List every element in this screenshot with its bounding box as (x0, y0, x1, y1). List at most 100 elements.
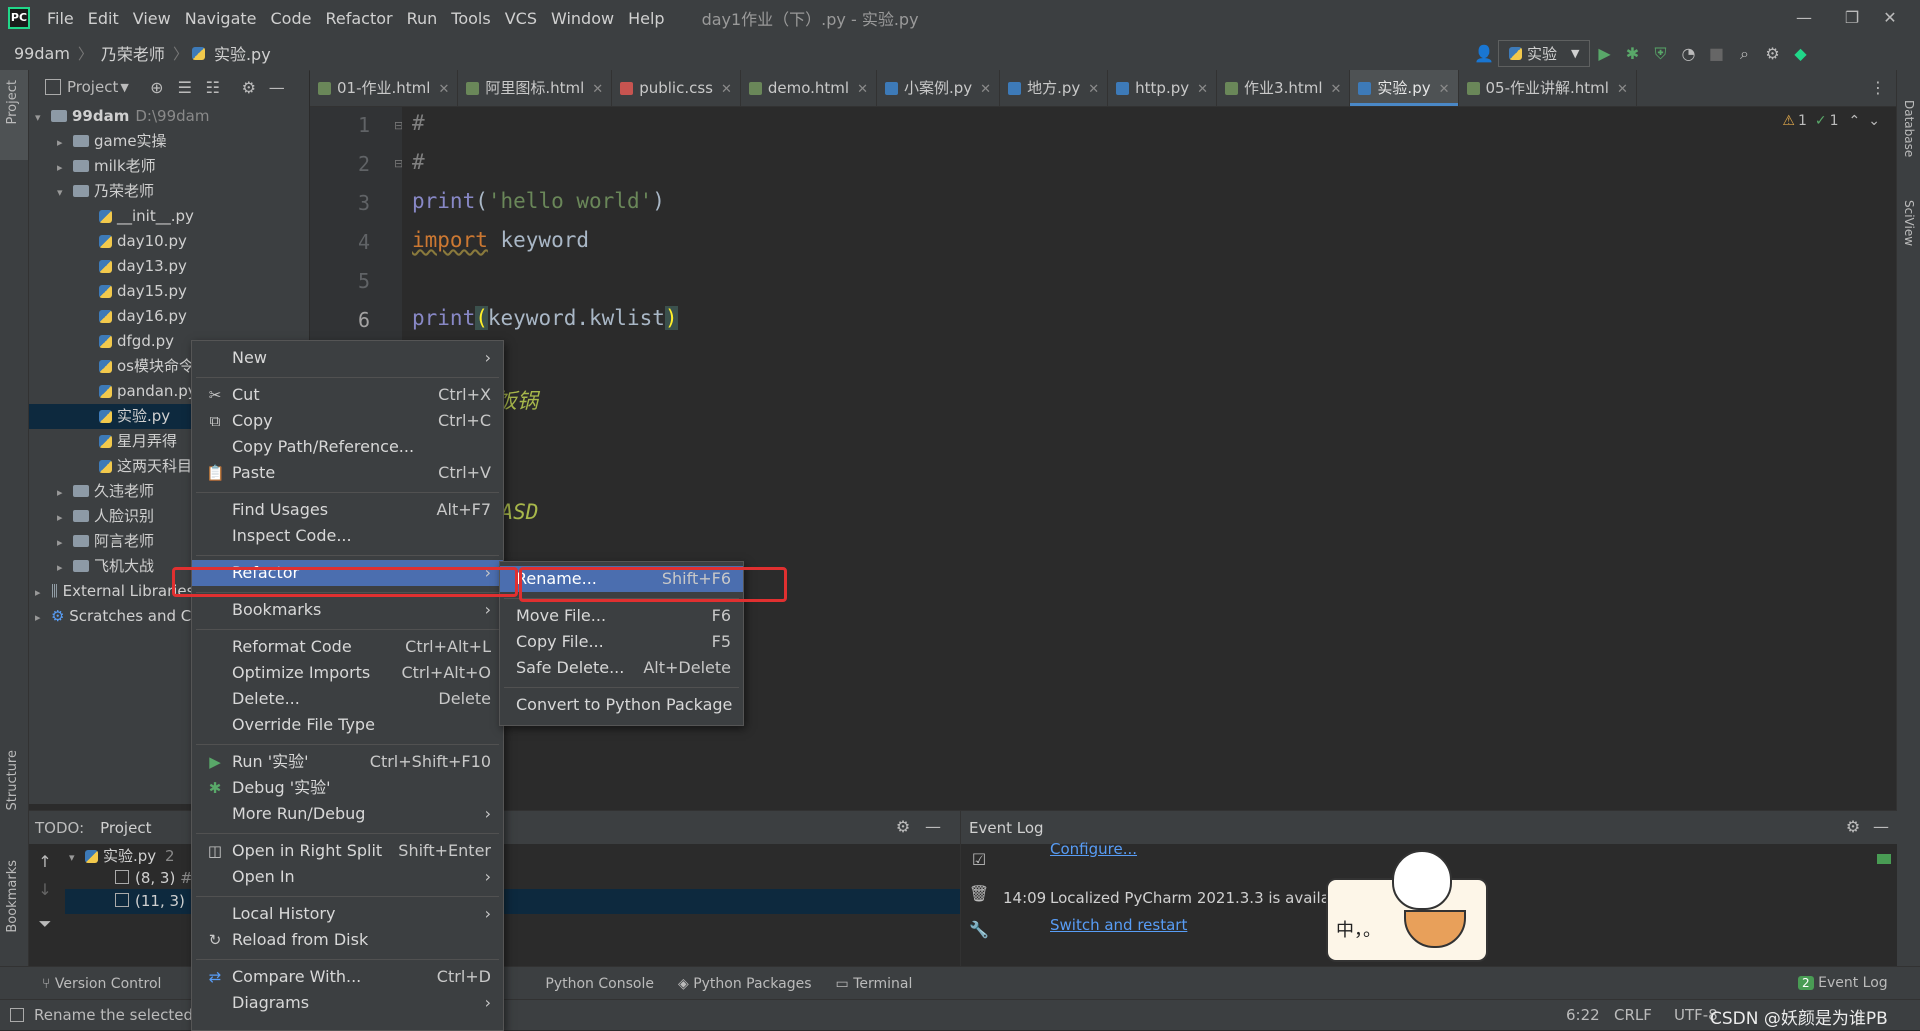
chevron-down-icon[interactable]: ▾ (35, 105, 51, 130)
chevron-down-icon[interactable]: ▾ (57, 180, 73, 205)
jetbrains-icon[interactable]: ◆ (1786, 44, 1814, 63)
chevron-right-icon[interactable]: ▸ (35, 605, 51, 630)
editor-tab[interactable]: public.css ✕ (612, 70, 741, 106)
menu-run[interactable]: Run (400, 9, 445, 28)
settings-gear-icon[interactable]: ⚙ (1758, 44, 1786, 63)
menu-item-copy-path-reference[interactable]: Copy Path/Reference... (192, 434, 503, 460)
chevron-right-icon[interactable]: ▸ (57, 555, 73, 580)
menu-code[interactable]: Code (264, 9, 319, 28)
menu-item-convert-to-python-package[interactable]: Convert to Python Package (500, 692, 743, 718)
menu-item-reformat-code[interactable]: Reformat Code Ctrl+Alt+L (192, 634, 503, 660)
menu-item-more-run-debug[interactable]: More Run/Debug › (192, 801, 503, 827)
debug-icon[interactable]: ✱ (1618, 44, 1646, 63)
locate-icon[interactable]: ⊕ (143, 78, 171, 97)
chevron-right-icon[interactable]: ▸ (57, 130, 73, 155)
chevron-right-icon[interactable]: ▸ (57, 505, 73, 530)
tree-item[interactable]: ▸ milk老师 (29, 154, 309, 179)
menu-item-inspect-code[interactable]: Inspect Code... (192, 523, 503, 549)
status-icon[interactable] (10, 1008, 24, 1022)
menu-item-delete[interactable]: Delete... Delete (192, 686, 503, 712)
tree-item[interactable]: day10.py (29, 229, 309, 254)
menu-item-reload-from-disk[interactable]: ↻ Reload from Disk (192, 927, 503, 953)
menu-item-bookmarks[interactable]: Bookmarks › (192, 597, 503, 623)
menu-window[interactable]: Window (544, 9, 621, 28)
breadcrumb-file[interactable]: 实验.py (210, 41, 275, 65)
close-tab-icon[interactable]: ✕ (438, 82, 449, 97)
close-tab-icon[interactable]: ✕ (1331, 82, 1342, 97)
menu-help[interactable]: Help (621, 9, 671, 28)
tree-item[interactable]: ▸ game实操 (29, 129, 309, 154)
menu-edit[interactable]: Edit (81, 9, 126, 28)
line-separator[interactable]: CRLF (1614, 1006, 1652, 1024)
chevron-right-icon[interactable]: ▸ (57, 155, 73, 180)
close-tab-icon[interactable]: ✕ (1439, 82, 1450, 97)
search-icon[interactable]: ⌕ (1730, 44, 1758, 64)
menu-item-new[interactable]: New › (192, 345, 503, 371)
structure-tool-button[interactable]: Structure (5, 750, 20, 810)
editor-tab[interactable]: http.py ✕ (1108, 70, 1218, 106)
editor-tab[interactable]: demo.html ✕ (741, 70, 877, 106)
tree-item[interactable]: day13.py (29, 254, 309, 279)
menu-view[interactable]: View (126, 9, 178, 28)
menu-refactor[interactable]: Refactor (318, 9, 399, 28)
menu-navigate[interactable]: Navigate (178, 9, 264, 28)
hide-icon[interactable]: — (1867, 817, 1895, 836)
close-button[interactable]: ✕ (1860, 0, 1920, 36)
menu-item-diagrams[interactable]: Diagrams › (192, 990, 503, 1016)
database-tool-button[interactable]: Database (1902, 100, 1916, 157)
editor-tab[interactable]: 作业3.html ✕ (1217, 70, 1351, 106)
close-tab-icon[interactable]: ✕ (1088, 82, 1099, 97)
switch-restart-link[interactable]: Switch and restart (1050, 916, 1187, 934)
terminal-button[interactable]: ▭ Terminal (824, 976, 925, 992)
hide-icon[interactable]: — (919, 817, 947, 836)
stop-icon[interactable]: ■ (1702, 44, 1730, 63)
run-config-select[interactable]: 实验 ▼ (1498, 40, 1591, 67)
profile-icon[interactable]: ◔ (1674, 44, 1702, 63)
chevron-up-icon[interactable]: ⌃ (1849, 113, 1861, 129)
menu-item-run[interactable]: ▶ Run '实验' Ctrl+Shift+F10 (192, 749, 503, 775)
menu-item-debug[interactable]: ✱ Debug '实验' (192, 775, 503, 801)
coverage-icon[interactable]: ⛨ (1646, 44, 1674, 64)
menu-item-move-file[interactable]: Move File... F6 (500, 603, 743, 629)
menu-file[interactable]: File (40, 9, 81, 28)
configure-link[interactable]: Configure... (1050, 840, 1137, 858)
editor-tab[interactable]: 05-作业讲解.html ✕ (1459, 70, 1637, 106)
close-tab-icon[interactable]: ✕ (1617, 82, 1628, 97)
chevron-down-icon[interactable]: ▼ (120, 81, 128, 94)
chevron-right-icon[interactable]: ▸ (57, 480, 73, 505)
todo-tab-project[interactable]: Project (100, 819, 151, 837)
breadcrumb-folder[interactable]: 乃荣老师 (97, 41, 169, 65)
expand-all-icon[interactable]: ☰ (171, 78, 199, 97)
python-console-button[interactable]: Python Console (533, 976, 666, 992)
tree-item[interactable]: day15.py (29, 279, 309, 304)
close-tab-icon[interactable]: ✕ (980, 82, 991, 97)
arrow-up-icon[interactable]: ↑ (31, 852, 59, 871)
breadcrumb-project[interactable]: 99dam (10, 44, 74, 63)
menu-item-open-in-right-split[interactable]: ◫ Open in Right Split Shift+Enter (192, 838, 503, 864)
run-icon[interactable]: ▶ (1590, 44, 1618, 63)
menu-item-safe-delete[interactable]: Safe Delete... Alt+Delete (500, 655, 743, 681)
settings-gear-icon[interactable]: ⚙ (889, 817, 917, 836)
close-tab-icon[interactable]: ✕ (857, 82, 868, 97)
chevron-down-icon[interactable]: ⌄ (1868, 113, 1880, 129)
version-control-button[interactable]: ⑂ Version Control (30, 976, 173, 992)
project-panel-title[interactable]: Project (67, 78, 118, 96)
chevron-right-icon[interactable]: ▸ (35, 580, 51, 605)
wrench-icon[interactable]: 🔧 (965, 920, 993, 939)
trash-icon[interactable]: 🗑 (965, 884, 993, 903)
settings-gear-icon[interactable]: ⚙ (1839, 817, 1867, 836)
collapse-all-icon[interactable]: ☷ (199, 78, 227, 97)
close-tab-icon[interactable]: ✕ (592, 82, 603, 97)
menu-item-paste[interactable]: 📋 Paste Ctrl+V (192, 460, 503, 486)
filter-icon[interactable]: ⏷ (31, 914, 59, 934)
editor-tab[interactable]: 小案例.py ✕ (877, 70, 1001, 106)
menu-item-optimize-imports[interactable]: Optimize Imports Ctrl+Alt+O (192, 660, 503, 686)
mark-read-icon[interactable]: ☑ (965, 850, 993, 869)
menu-item-find-usages[interactable]: Find Usages Alt+F7 (192, 497, 503, 523)
tree-item[interactable]: ▾ 乃荣老师 (29, 179, 309, 204)
menu-tools[interactable]: Tools (444, 9, 497, 28)
menu-item-local-history[interactable]: Local History › (192, 901, 503, 927)
tree-item[interactable]: day16.py (29, 304, 309, 329)
menu-item-open-in[interactable]: Open In › (192, 864, 503, 890)
hide-icon[interactable]: — (263, 78, 291, 97)
